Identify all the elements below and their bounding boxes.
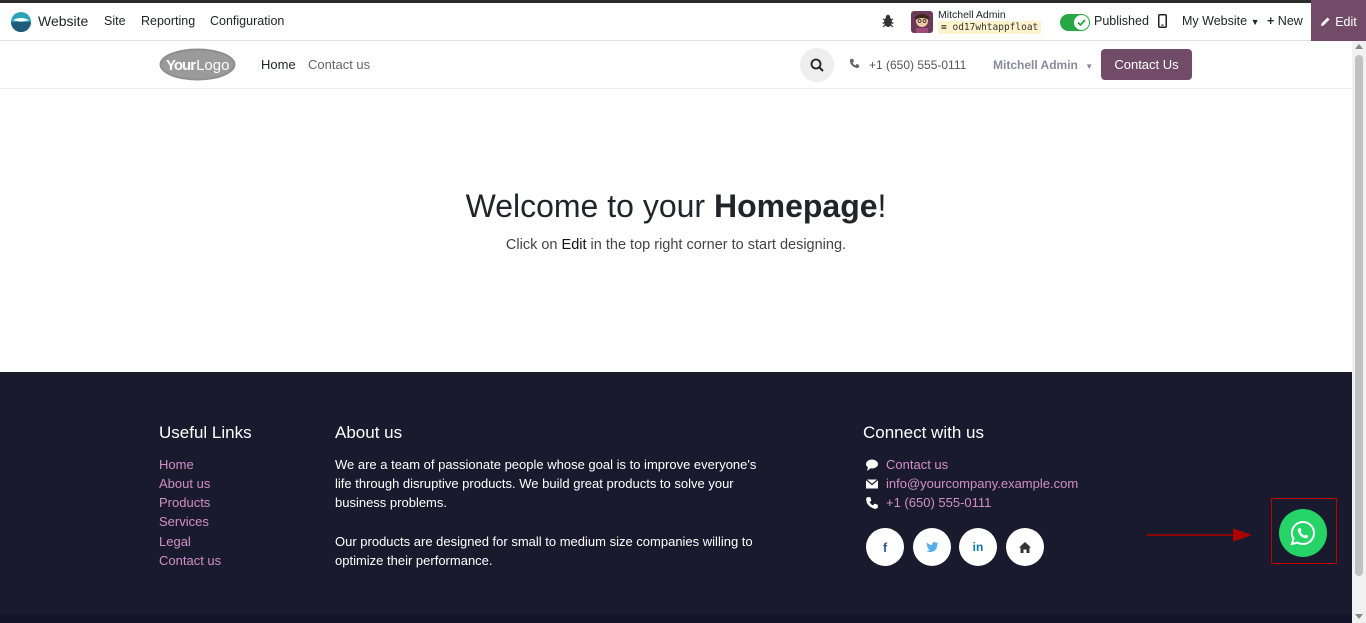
twitter-button[interactable]	[913, 528, 951, 566]
about-text-line: Our products are designed for small to m…	[335, 534, 753, 549]
copyright-strip	[0, 614, 1352, 623]
about-text-line: optimize their performance.	[335, 553, 493, 568]
mobile-preview-icon[interactable]	[1158, 14, 1167, 28]
svg-text:YourLogo: YourLogo	[166, 57, 229, 74]
footer-link-products[interactable]: Products	[159, 495, 210, 510]
user-avatar[interactable]	[911, 11, 933, 33]
scrollbar-thumb[interactable]	[1355, 55, 1363, 576]
app-name[interactable]: Website	[38, 13, 88, 29]
published-toggle[interactable]	[1060, 14, 1090, 31]
edit-button-label: Edit	[1335, 14, 1357, 29]
header-phone[interactable]: +1 (650) 555-0111	[869, 58, 966, 72]
new-button-label: New	[1277, 14, 1303, 28]
database-name: od17whtappfloat	[952, 22, 1039, 33]
database-badge: ≡ od17whtappfloat	[938, 21, 1042, 34]
facebook-icon: f	[882, 539, 888, 555]
red-arrow-annotation	[1147, 528, 1252, 542]
home-button[interactable]	[1006, 528, 1044, 566]
footer-phone[interactable]: +1 (650) 555-0111	[886, 495, 991, 510]
hero-title-bold: Homepage	[713, 188, 878, 224]
hero-title: Welcome to your Homepage!	[0, 188, 1352, 225]
about-text-line: We are a team of passionate people whose…	[335, 457, 757, 472]
menu-configuration[interactable]: Configuration	[210, 14, 284, 28]
twitter-icon	[925, 541, 938, 552]
phone-icon	[866, 497, 878, 509]
footer-email[interactable]: info@yourcompany.example.com	[886, 476, 1078, 491]
footer-link-home[interactable]: Home	[159, 457, 194, 472]
user-menu-dropdown[interactable]: Mitchell Admin ▼	[993, 58, 1093, 72]
scroll-down-arrow[interactable]	[1355, 614, 1363, 619]
about-text-line: life through disruptive products. We bui…	[335, 476, 734, 491]
menu-site[interactable]: Site	[104, 14, 126, 28]
whatsapp-float-button[interactable]	[1279, 509, 1327, 557]
footer-link-contact-us[interactable]: Contact us	[159, 553, 221, 568]
whatsapp-icon	[1290, 520, 1315, 546]
edit-button[interactable]: Edit	[1311, 0, 1366, 43]
scroll-up-arrow[interactable]	[1355, 44, 1363, 49]
hero-subtitle-prefix: Click on	[505, 237, 562, 253]
footer-link-legal[interactable]: Legal	[159, 534, 191, 549]
caret-down-icon: ▼	[1085, 62, 1094, 71]
vertical-scrollbar[interactable]	[1352, 41, 1366, 623]
footer	[0, 372, 1352, 614]
search-icon	[810, 58, 824, 72]
facebook-button[interactable]: f	[866, 528, 904, 566]
connect-heading: Connect with us	[863, 423, 984, 442]
search-button[interactable]	[800, 48, 834, 82]
about-text-line: business problems.	[335, 495, 447, 510]
caret-down-icon: ▼	[1250, 17, 1260, 27]
hero-subtitle-edit: Edit	[561, 237, 587, 253]
home-icon	[1019, 541, 1031, 553]
plus-icon: +	[1267, 14, 1275, 28]
nav-home[interactable]: Home	[261, 57, 296, 72]
hero-subtitle-suffix: in the top right corner to start designi…	[586, 237, 847, 253]
site-logo[interactable]: YourLogo	[159, 48, 236, 81]
user-name[interactable]: Mitchell Admin	[938, 9, 1006, 21]
my-website-label: My Website	[1182, 14, 1248, 28]
pencil-icon	[1321, 17, 1330, 26]
user-menu-label: Mitchell Admin	[993, 58, 1078, 72]
website-app-icon[interactable]	[10, 11, 32, 33]
check-icon	[1074, 15, 1089, 30]
published-label[interactable]: Published	[1094, 14, 1149, 28]
footer-link-services[interactable]: Services	[159, 514, 209, 529]
my-website-dropdown[interactable]: My Website ▼	[1182, 14, 1259, 28]
about-us-heading: About us	[335, 423, 403, 442]
hero-subtitle: Click on Edit in the top right corner to…	[0, 237, 1352, 253]
linkedin-icon: in	[972, 540, 984, 554]
hero-title-prefix: Welcome to your	[465, 188, 714, 224]
linkedin-button[interactable]: in	[959, 528, 997, 566]
new-button[interactable]: + New	[1267, 14, 1303, 28]
database-icon: ≡	[941, 22, 947, 33]
odoo-top-bar: Website Site Reporting Configuration Mit…	[0, 0, 1366, 43]
useful-links-heading: Useful Links	[159, 423, 252, 442]
website-header: YourLogo Home Contact us +1 (650) 555-01…	[0, 41, 1352, 89]
contact-us-button[interactable]: Contact Us	[1101, 49, 1192, 80]
menu-reporting[interactable]: Reporting	[141, 14, 195, 28]
bug-icon[interactable]	[880, 13, 896, 29]
nav-contact-us[interactable]: Contact us	[308, 57, 370, 72]
hero-title-suffix: !	[877, 188, 887, 224]
envelope-icon	[865, 479, 879, 489]
comment-icon	[866, 459, 878, 471]
phone-icon	[849, 58, 860, 69]
footer-link-about-us[interactable]: About us	[159, 476, 210, 491]
footer-connect-contact-us[interactable]: Contact us	[886, 457, 948, 472]
